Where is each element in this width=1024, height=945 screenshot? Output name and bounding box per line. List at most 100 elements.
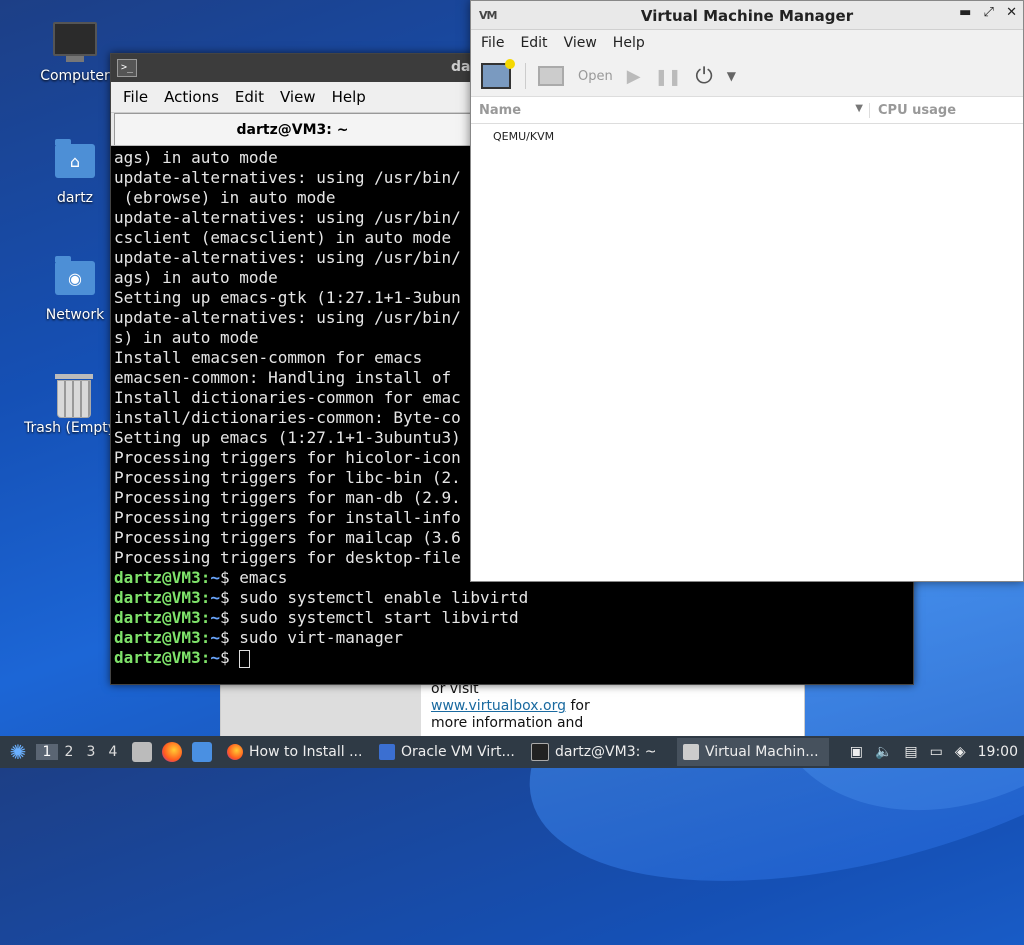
system-tray: ▣ 🔈 ▤ ▭ ◈ 19:00 xyxy=(844,744,1024,760)
prompt-dir: ~ xyxy=(210,648,220,667)
terminal-title: da xyxy=(451,59,471,75)
task-label: How to Install ... xyxy=(249,744,363,760)
terminal-tab[interactable]: dartz@VM3: ~ xyxy=(114,113,471,145)
desktop-icon-trash[interactable]: Trash (Empty) xyxy=(24,374,124,436)
prompt-dir: ~ xyxy=(210,588,220,607)
desktop-icon-label: Trash (Empty) xyxy=(24,420,110,436)
sort-arrow-icon: ▼ xyxy=(855,102,863,114)
virt-manager-titlebar[interactable]: VM Virtual Machine Manager ▬ ⤢ ✕ xyxy=(471,1,1023,30)
prompt-symbol: $ xyxy=(219,608,240,627)
menu-edit[interactable]: Edit xyxy=(227,88,272,106)
prompt-user: dartz@VM3: xyxy=(114,648,211,667)
prompt-symbol: $ xyxy=(219,588,240,607)
virtualbox-link[interactable]: www.virtualbox.org xyxy=(431,698,566,714)
task-terminal[interactable]: dartz@VM3: ~ xyxy=(525,738,673,766)
workspace-4[interactable]: 4 xyxy=(102,744,124,760)
clock[interactable]: 19:00 xyxy=(978,744,1018,760)
desktop-icon-label: Network xyxy=(45,307,105,323)
virtualbox-icon xyxy=(379,744,395,760)
start-menu-button[interactable]: ✺ xyxy=(4,738,32,766)
menu-view[interactable]: View xyxy=(272,88,324,106)
power-icon: ⏻ xyxy=(695,63,713,89)
menu-actions[interactable]: Actions xyxy=(156,88,227,106)
pause-icon: ❚❚ xyxy=(654,66,682,86)
workspace-2[interactable]: 2 xyxy=(58,744,80,760)
new-vm-icon xyxy=(481,59,515,89)
task-label: Virtual Machin... xyxy=(705,744,819,760)
terminal-command: emacs xyxy=(239,568,288,587)
trash-icon xyxy=(52,374,96,418)
terminal-prompt-line: dartz@VM3:~$ sudo systemctl enable libvi… xyxy=(114,588,910,608)
shutdown-button[interactable]: ⏻ xyxy=(695,64,712,89)
terminal-prompt-line: dartz@VM3:~$ sudo systemctl start libvir… xyxy=(114,608,910,628)
volume-icon[interactable]: 🔈 xyxy=(875,744,892,760)
prompt-dir: ~ xyxy=(210,568,220,587)
desktop-icon-computer[interactable]: Computer xyxy=(30,22,120,84)
terminal-icon xyxy=(531,743,549,761)
menu-file[interactable]: File xyxy=(115,88,156,106)
run-button[interactable]: ▶ xyxy=(627,66,641,87)
close-button[interactable]: ✕ xyxy=(1006,5,1017,20)
maximize-button[interactable]: ⤢ xyxy=(984,5,994,20)
terminal-icon: >_ xyxy=(117,59,137,77)
column-cpu[interactable]: CPU usage xyxy=(869,102,956,118)
task-label: dartz@VM3: ~ xyxy=(555,744,657,760)
show-desktop-icon[interactable] xyxy=(192,742,212,762)
prompt-symbol: $ xyxy=(219,568,240,587)
prompt-symbol: $ xyxy=(219,648,240,667)
terminal-prompt-line: dartz@VM3:~$ xyxy=(114,648,910,668)
menu-edit[interactable]: Edit xyxy=(512,35,555,51)
vm-list-header: Name ▼ CPU usage xyxy=(471,97,1023,124)
task-virt-manager[interactable]: Virtual Machin... xyxy=(677,738,829,766)
open-label: Open xyxy=(578,68,613,84)
clipboard-icon[interactable]: ▤ xyxy=(904,744,917,760)
menu-help[interactable]: Help xyxy=(324,88,374,106)
minimize-button[interactable]: ▬ xyxy=(959,5,971,20)
desktop-icon-network[interactable]: ◉ Network xyxy=(30,256,120,323)
shutdown-menu-button[interactable]: ▼ xyxy=(727,69,736,83)
task-virtualbox[interactable]: Oracle VM Virt... xyxy=(373,738,521,766)
browser-sidebar xyxy=(221,684,421,736)
toolbar-separator xyxy=(525,63,526,89)
virt-manager-window[interactable]: VM Virtual Machine Manager ▬ ⤢ ✕ File Ed… xyxy=(470,0,1024,582)
file-manager-icon[interactable] xyxy=(132,742,152,762)
pause-button[interactable]: ❚❚ xyxy=(655,67,682,86)
virt-manager-toolbar: Open ▶ ❚❚ ⏻ ▼ xyxy=(471,56,1023,97)
home-folder-icon: ⌂ xyxy=(53,139,97,184)
network-folder-icon: ◉ xyxy=(53,256,97,301)
browser-window: or visit www.virtualbox.org for more inf… xyxy=(220,681,805,737)
open-button[interactable]: Open xyxy=(538,66,613,86)
prompt-dir: ~ xyxy=(210,608,220,627)
firefox-icon xyxy=(227,744,243,760)
taskbar: ✺ 1 2 3 4 How to Install ... Oracle VM V… xyxy=(0,736,1024,768)
firefox-icon[interactable] xyxy=(162,742,182,762)
prompt-symbol: $ xyxy=(219,628,240,647)
notifications-icon[interactable]: ▣ xyxy=(850,744,863,760)
desktop-icon-label: Computer xyxy=(40,68,110,84)
virt-manager-icon xyxy=(683,744,699,760)
desktop-icon-home[interactable]: ⌂ dartz xyxy=(30,139,120,206)
play-icon: ▶ xyxy=(626,65,641,87)
column-name[interactable]: Name ▼ xyxy=(471,103,869,118)
prompt-user: dartz@VM3: xyxy=(114,588,211,607)
workspace-1[interactable]: 1 xyxy=(36,744,58,760)
text-cursor[interactable] xyxy=(239,649,251,668)
prompt-dir: ~ xyxy=(210,628,220,647)
menu-view[interactable]: View xyxy=(556,35,605,51)
computer-icon xyxy=(53,22,97,62)
terminal-prompt-line: dartz@VM3:~$ sudo virt-manager xyxy=(114,628,910,648)
desktop-icon-label: dartz xyxy=(56,190,94,206)
menu-help[interactable]: Help xyxy=(605,35,653,51)
monitor-icon xyxy=(538,66,564,86)
menu-file[interactable]: File xyxy=(473,35,512,51)
terminal-command: sudo systemctl start libvirtd xyxy=(239,608,519,627)
chevron-down-icon: ▼ xyxy=(726,69,737,83)
window-title: Virtual Machine Manager xyxy=(640,7,854,25)
update-icon[interactable]: ◈ xyxy=(955,744,966,760)
workspace-3[interactable]: 3 xyxy=(80,744,102,760)
connection-row[interactable]: QEMU/KVM xyxy=(471,124,1023,143)
prompt-user: dartz@VM3: xyxy=(114,628,211,647)
task-firefox[interactable]: How to Install ... xyxy=(221,738,369,766)
new-vm-button[interactable] xyxy=(481,59,515,89)
network-icon[interactable]: ▭ xyxy=(930,744,943,760)
